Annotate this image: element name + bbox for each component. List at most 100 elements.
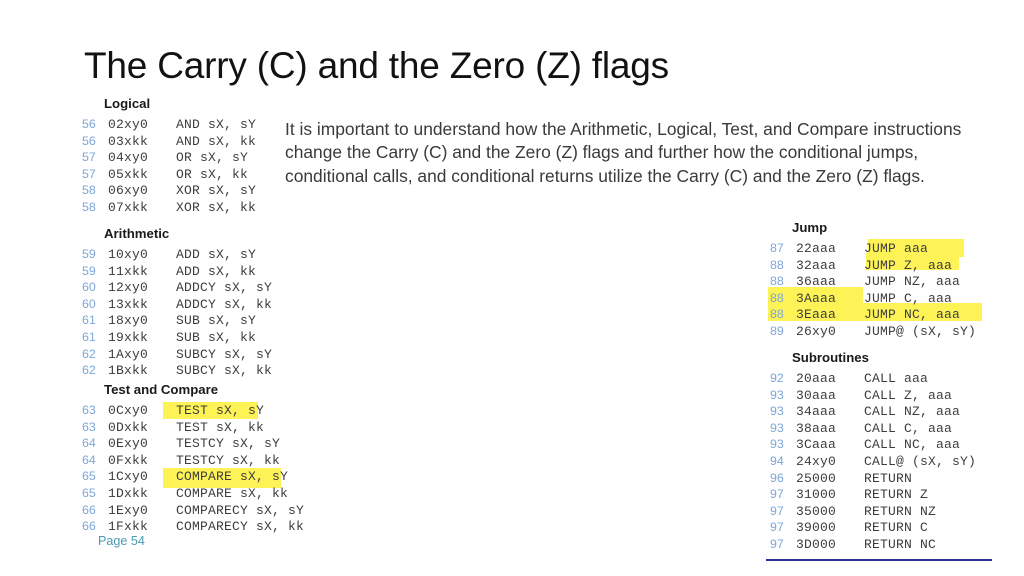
instruction-block-jump: Jump 87 22aaa JUMP aaa 88 32aaa JUMP Z, aaa 88… xyxy=(768,220,982,341)
instruction-opcode: 0Dxkk xyxy=(108,419,149,435)
instruction-mnemonic: JUMP NC, aaa xyxy=(864,307,961,323)
instruction-mnemonic: SUBCY sX, sY xyxy=(176,346,273,362)
instruction-row: 56 02xy0 AND sX, sY xyxy=(82,117,256,134)
instruction-page-number: 62 xyxy=(82,363,96,378)
instruction-page-number: 97 xyxy=(770,503,784,518)
instruction-row: 64 0Fxkk TESTCY sX, kk xyxy=(82,453,304,470)
block-heading-subroutines: Subroutines xyxy=(792,350,869,365)
instruction-mnemonic: CALL@ (sX, sY) xyxy=(864,453,977,469)
instruction-block-logical: Logical 56 02xy0 AND sX, sY 56 03xkk AND sX, … xyxy=(82,96,256,217)
instruction-opcode: 18xy0 xyxy=(108,313,149,329)
instruction-page-number: 64 xyxy=(82,436,96,451)
instruction-row: 61 19xkk SUB sX, kk xyxy=(82,330,272,347)
instruction-row: 66 1Exy0 COMPARECY sX, sY xyxy=(82,503,304,520)
instruction-opcode: 22aaa xyxy=(796,241,837,256)
instruction-opcode: 0Fxkk xyxy=(108,452,149,468)
instruction-row: 87 22aaa JUMP aaa xyxy=(770,241,976,258)
instruction-row: 63 0Cxy0 TEST sX, sY xyxy=(82,403,304,420)
instruction-page-number: 97 xyxy=(770,487,784,502)
instruction-mnemonic: SUBCY sX, kk xyxy=(176,363,273,379)
instruction-row: 88 3Aaaa JUMP C, aaa xyxy=(770,291,976,308)
instruction-page-number: 60 xyxy=(82,296,96,311)
instruction-mnemonic: SUB sX, sY xyxy=(176,313,257,329)
bottom-rule-divider xyxy=(766,559,992,561)
instruction-opcode: 24xy0 xyxy=(796,453,837,469)
instruction-block-subroutines: Subroutines 92 20aaa CALL aaa 93 30aaa CALL Z… xyxy=(770,350,976,554)
instruction-page-number: 93 xyxy=(770,420,784,435)
instruction-page-number: 88 xyxy=(770,307,784,322)
instruction-rows-logical: 56 02xy0 AND sX, sY 56 03xkk AND sX, kk 57 04xy… xyxy=(82,117,256,217)
instruction-opcode: 31000 xyxy=(796,487,837,503)
instruction-mnemonic: RETURN xyxy=(864,470,913,486)
instruction-row: 64 0Exy0 TESTCY sX, sY xyxy=(82,436,304,453)
instruction-block-test-and-compare: Test and Compare 63 0Cxy0 TEST sX, sY 63 0Dx… xyxy=(82,382,304,536)
instruction-mnemonic: RETURN C xyxy=(864,520,929,536)
instruction-row: 97 39000 RETURN C xyxy=(770,520,976,537)
instruction-mnemonic: CALL C, aaa xyxy=(864,420,953,436)
instruction-page-number: 93 xyxy=(770,437,784,452)
instruction-mnemonic: JUMP@ (sX, sY) xyxy=(864,323,977,339)
instruction-row: 97 31000 RETURN Z xyxy=(770,487,976,504)
instruction-row: 60 12xy0 ADDCY sX, sY xyxy=(82,280,272,297)
instruction-mnemonic: COMPARE sX, sY xyxy=(176,469,289,485)
instruction-row: 58 07xkk XOR sX, kk xyxy=(82,200,256,217)
instruction-opcode: 06xy0 xyxy=(108,183,149,199)
instruction-mnemonic: RETURN Z xyxy=(864,487,929,503)
instruction-mnemonic: TEST sX, kk xyxy=(176,419,265,435)
instruction-opcode: 3Aaaa xyxy=(796,290,837,306)
block-heading-logical: Logical xyxy=(104,96,151,111)
instruction-mnemonic: CALL NZ, aaa xyxy=(864,404,961,420)
instruction-rows-test-and-compare: 63 0Cxy0 TEST sX, sY 63 0Dxkk TEST sX, kk 64 0E… xyxy=(82,402,304,536)
instruction-row: 65 1Dxkk COMPARE sX, kk xyxy=(82,486,304,503)
instruction-page-number: 57 xyxy=(82,150,96,165)
instruction-page-number: 58 xyxy=(82,199,96,214)
instruction-opcode: 34aaa xyxy=(796,404,837,420)
instruction-row: 66 1Fxkk COMPARECY sX, kk xyxy=(82,519,304,536)
instruction-opcode: 1Bxkk xyxy=(108,363,149,379)
instruction-mnemonic: TEST sX, sY xyxy=(176,403,265,418)
instruction-row: 92 20aaa CALL aaa xyxy=(770,371,976,388)
instruction-opcode: 36aaa xyxy=(796,274,837,290)
instruction-rows-arithmetic: 59 10xy0 ADD sX, sY 59 11xkk ADD sX, kk 60 12xy… xyxy=(82,247,272,380)
instruction-opcode: 3D000 xyxy=(796,536,837,552)
body-paragraph: It is important to understand how the Ar… xyxy=(285,119,962,186)
instruction-page-number: 60 xyxy=(82,280,96,295)
instruction-page-number: 59 xyxy=(82,263,96,278)
instruction-opcode: 35000 xyxy=(796,503,837,519)
instruction-page-number: 88 xyxy=(770,290,784,305)
instruction-opcode: 0Cxy0 xyxy=(108,403,149,418)
instruction-opcode: 19xkk xyxy=(108,329,149,345)
instruction-row: 62 1Bxkk SUBCY sX, kk xyxy=(82,363,272,380)
instruction-row: 89 26xy0 JUMP@ (sX, sY) xyxy=(770,324,976,341)
instruction-row: 59 10xy0 ADD sX, sY xyxy=(82,247,272,264)
instruction-row: 93 34aaa CALL NZ, aaa xyxy=(770,404,976,421)
instruction-page-number: 66 xyxy=(82,519,96,534)
instruction-page-number: 87 xyxy=(770,241,784,255)
instruction-page-number: 56 xyxy=(82,117,96,131)
page-label: Page 54 xyxy=(98,534,145,548)
instruction-mnemonic: COMPARECY sX, kk xyxy=(176,519,305,535)
instruction-page-number: 96 xyxy=(770,470,784,485)
instruction-page-number: 64 xyxy=(82,452,96,467)
instruction-mnemonic: COMPARE sX, kk xyxy=(176,485,289,501)
instruction-opcode: 10xy0 xyxy=(108,247,149,262)
instruction-opcode: 1Exy0 xyxy=(108,502,149,518)
instruction-mnemonic: CALL Z, aaa xyxy=(864,387,953,403)
instruction-page-number: 97 xyxy=(770,536,784,551)
instruction-page-number: 88 xyxy=(770,274,784,289)
instruction-page-number: 62 xyxy=(82,346,96,361)
instruction-row: 93 30aaa CALL Z, aaa xyxy=(770,388,976,405)
instruction-page-number: 61 xyxy=(82,313,96,328)
block-heading-test-and-compare: Test and Compare xyxy=(104,382,219,397)
instruction-opcode: 39000 xyxy=(796,520,837,536)
instruction-mnemonic: AND sX, kk xyxy=(176,133,257,149)
instruction-opcode: 0Exy0 xyxy=(108,436,149,452)
instruction-mnemonic: CALL NC, aaa xyxy=(864,437,961,453)
instruction-opcode: 1Cxy0 xyxy=(108,469,149,485)
instruction-row: 88 3Eaaa JUMP NC, aaa xyxy=(770,307,976,324)
instruction-row: 97 3D000 RETURN NC xyxy=(770,537,976,554)
instruction-page-number: 65 xyxy=(82,469,96,484)
instruction-row: 63 0Dxkk TEST sX, kk xyxy=(82,420,304,437)
instruction-opcode: 13xkk xyxy=(108,296,149,312)
block-heading-arithmetic: Arithmetic xyxy=(104,226,170,241)
